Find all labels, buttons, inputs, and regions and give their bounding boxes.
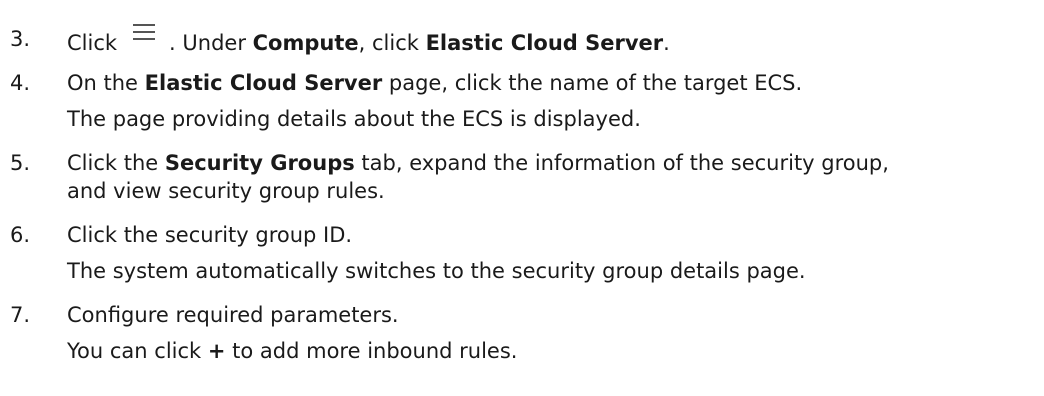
plus-symbol: + bbox=[207, 339, 226, 363]
period-text: . bbox=[663, 31, 670, 55]
elastic-cloud-server-label: Elastic Cloud Server bbox=[144, 71, 383, 95]
step-click2-text: , click bbox=[358, 31, 426, 55]
security-groups-tab-label: Security Groups bbox=[164, 151, 355, 175]
menu-icon bbox=[133, 24, 156, 42]
step-text-part: tab, expand the information of the secur… bbox=[354, 151, 889, 175]
step-text: On the Elastic Cloud Server page, click … bbox=[67, 68, 802, 98]
elastic-cloud-server-label: Elastic Cloud Server bbox=[425, 31, 664, 55]
step-under-text: . Under bbox=[169, 31, 253, 55]
step-text-part: On the bbox=[67, 71, 145, 95]
step-number: 4. bbox=[10, 71, 31, 95]
step-text-part: You can click bbox=[67, 339, 208, 363]
step-text: Click the Security Groups tab, expand th… bbox=[67, 148, 889, 178]
step-number: 5. bbox=[10, 151, 31, 175]
step-text: Click . Under Compute, click Elastic Clou… bbox=[67, 24, 670, 58]
step-text: Click the security group ID. bbox=[67, 223, 353, 247]
step-result: The system automatically switches to the… bbox=[67, 259, 806, 283]
step-text-continued: and view security group rules. bbox=[67, 179, 385, 203]
step-text-part: Click the bbox=[67, 151, 165, 175]
procedure-steps: 3. Click . Under Compute, click Elastic C… bbox=[0, 0, 1044, 396]
step-click-text: Click bbox=[67, 31, 118, 55]
step-number: 3. bbox=[10, 27, 31, 51]
step-result: The page providing details about the ECS… bbox=[67, 107, 641, 131]
step-text-part: to add more inbound rules. bbox=[225, 339, 518, 363]
compute-label: Compute bbox=[252, 31, 359, 55]
step-text: Configure required parameters. bbox=[67, 303, 399, 327]
step-number: 7. bbox=[10, 303, 31, 327]
step-text-part: page, click the name of the target ECS. bbox=[382, 71, 803, 95]
step-number: 6. bbox=[10, 223, 31, 247]
step-note: You can click + to add more inbound rule… bbox=[67, 336, 517, 366]
